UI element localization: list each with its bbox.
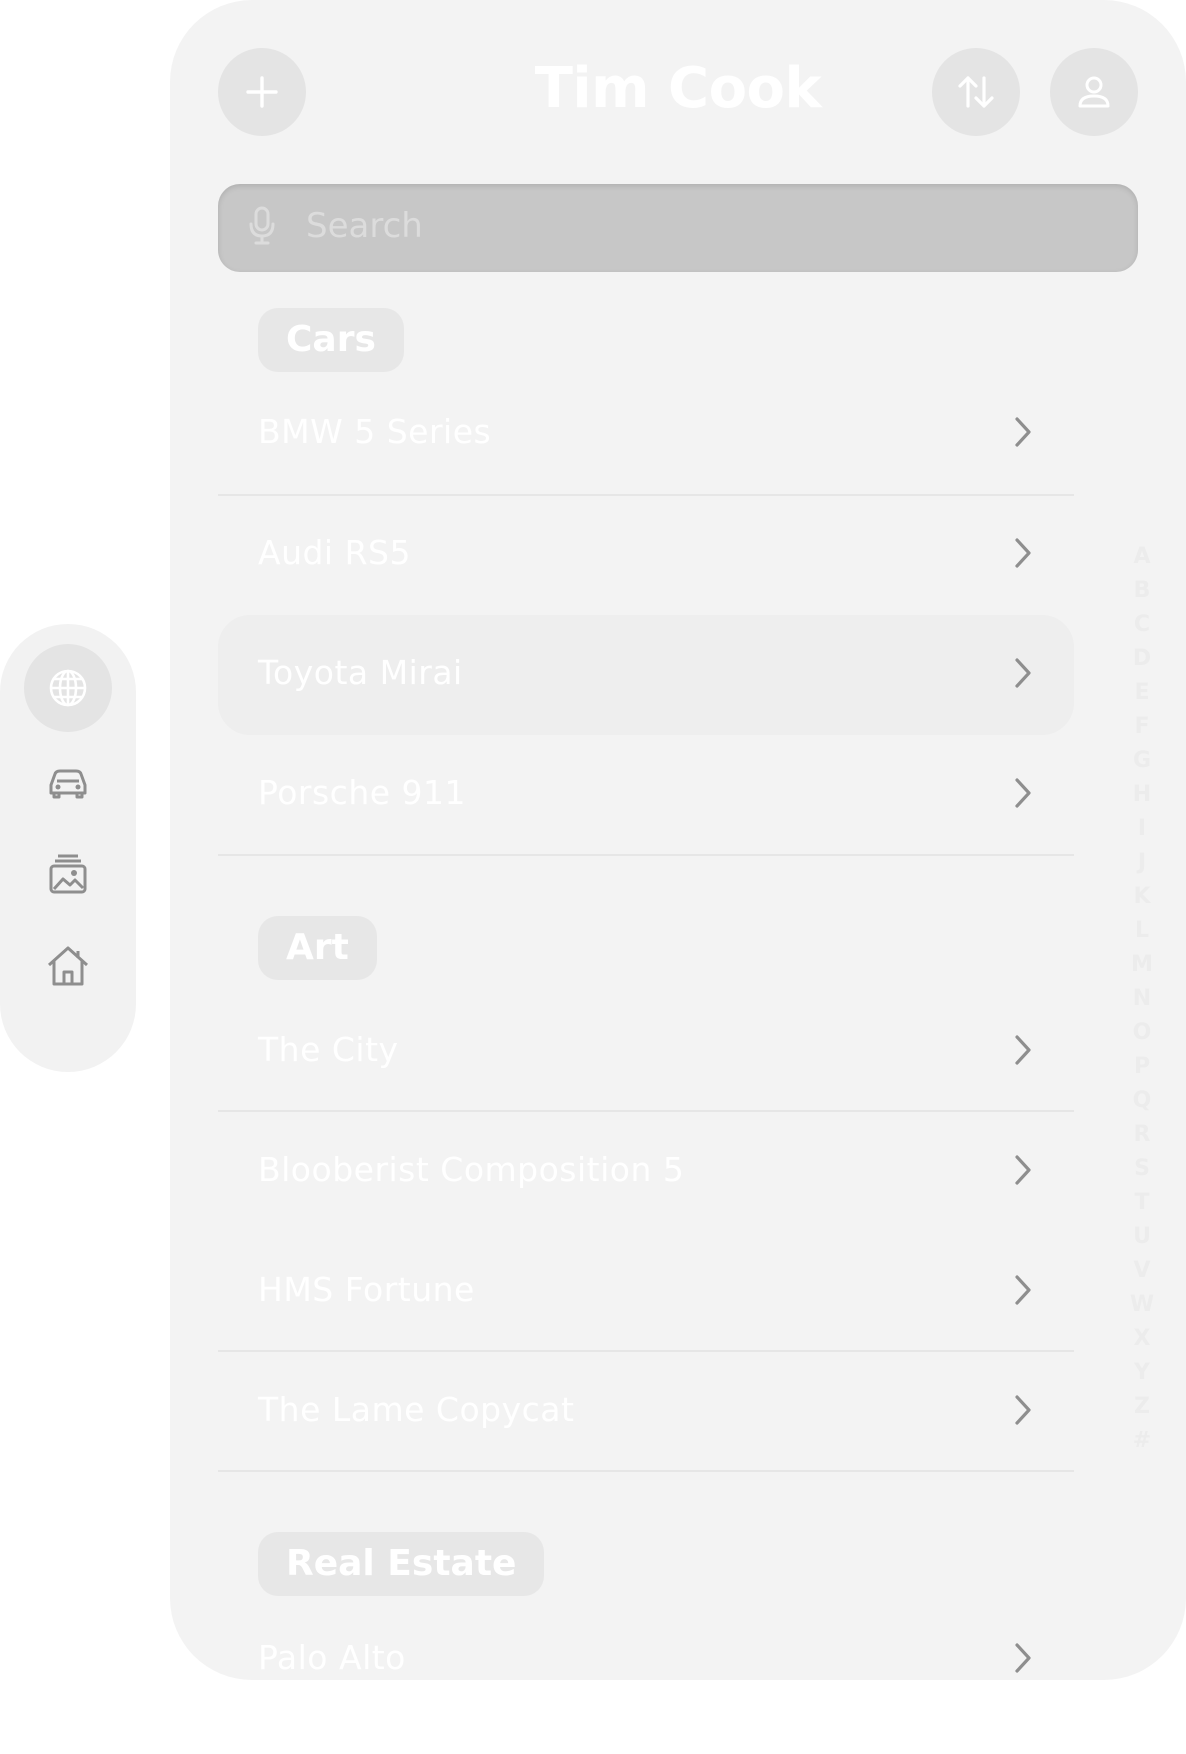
index-letter[interactable]: P xyxy=(1134,1050,1150,1084)
index-letter[interactable]: S xyxy=(1134,1152,1150,1186)
divider xyxy=(218,854,1074,856)
list-item[interactable]: Audi RS5 xyxy=(218,495,1074,615)
tab-globe[interactable] xyxy=(24,644,112,732)
index-letter[interactable]: U xyxy=(1133,1220,1151,1254)
index-letter[interactable]: Q xyxy=(1133,1084,1152,1118)
index-letter[interactable]: K xyxy=(1133,880,1150,914)
page-title: Tim Cook xyxy=(534,56,822,121)
index-letter[interactable]: # xyxy=(1133,1424,1151,1458)
chevron-right-icon xyxy=(1015,1643,1031,1673)
list-item[interactable]: Blooberist Composition 5 xyxy=(218,1112,1074,1232)
index-letter[interactable]: G xyxy=(1133,744,1151,778)
globe-icon xyxy=(49,669,87,707)
photo-stack-icon xyxy=(49,854,87,894)
list-item-label: The City xyxy=(258,1030,399,1069)
section-header-real-estate: Real Estate xyxy=(258,1532,545,1596)
index-letter[interactable]: R xyxy=(1134,1118,1151,1152)
list-item[interactable]: HMS Fortune xyxy=(218,1232,1074,1352)
list-item-label: BMW 5 Series xyxy=(258,412,492,451)
arrow-up-down-icon xyxy=(958,76,994,108)
list-item-label: Palo Alto xyxy=(258,1638,406,1677)
list-item[interactable]: Palo Alto xyxy=(218,1600,1074,1680)
index-letter[interactable]: J xyxy=(1138,846,1146,880)
list-item[interactable]: Porsche 911 xyxy=(218,735,1074,855)
tab-art[interactable] xyxy=(24,830,112,918)
index-letter[interactable]: A xyxy=(1133,540,1150,574)
chevron-right-icon xyxy=(1015,778,1031,808)
search-field[interactable]: Search xyxy=(218,184,1138,272)
house-icon xyxy=(47,946,89,986)
index-letter[interactable]: M xyxy=(1131,948,1153,982)
index-letter[interactable]: V xyxy=(1133,1254,1150,1288)
tab-bar xyxy=(0,624,136,1072)
sort-button[interactable] xyxy=(932,48,1020,136)
tab-real-estate[interactable] xyxy=(24,922,112,1010)
index-letter[interactable]: D xyxy=(1133,642,1151,676)
car-icon xyxy=(49,769,87,799)
list-item[interactable]: The City xyxy=(218,992,1074,1112)
list-item[interactable]: The Lame Copycat xyxy=(218,1352,1074,1472)
chevron-right-icon xyxy=(1015,417,1031,447)
profile-button[interactable] xyxy=(1050,48,1138,136)
microphone-icon[interactable] xyxy=(248,206,276,246)
index-letter[interactable]: X xyxy=(1134,1322,1151,1356)
list-item[interactable]: BMW 5 Series xyxy=(218,374,1074,494)
chevron-right-icon xyxy=(1015,1395,1031,1425)
section-header-cars: Cars xyxy=(258,308,404,372)
list-item-selected[interactable]: Toyota Mirai xyxy=(218,615,1074,735)
alphabet-index[interactable]: A B C D E F G H I J K L M N O P Q R S T U V W X Y Z # xyxy=(1122,540,1162,1458)
chevron-right-icon xyxy=(1015,658,1031,688)
index-letter[interactable]: T xyxy=(1134,1186,1149,1220)
list-item-label: Blooberist Composition 5 xyxy=(258,1150,685,1189)
list-item-label: HMS Fortune xyxy=(258,1270,475,1309)
index-letter[interactable]: W xyxy=(1130,1288,1154,1322)
search-placeholder: Search xyxy=(306,206,423,246)
index-letter[interactable]: H xyxy=(1133,778,1151,812)
index-letter[interactable]: E xyxy=(1134,676,1149,710)
divider xyxy=(218,1470,1074,1472)
list-item-label: Porsche 911 xyxy=(258,773,467,812)
index-letter[interactable]: O xyxy=(1133,1016,1152,1050)
index-letter[interactable]: Y xyxy=(1134,1356,1150,1390)
tab-cars[interactable] xyxy=(24,738,112,826)
person-icon xyxy=(1078,76,1110,108)
chevron-right-icon xyxy=(1015,1155,1031,1185)
list-item-label: Toyota Mirai xyxy=(258,653,463,692)
chevron-right-icon xyxy=(1015,538,1031,568)
list-item-label: The Lame Copycat xyxy=(258,1390,575,1429)
index-letter[interactable]: F xyxy=(1134,710,1149,744)
index-letter[interactable]: C xyxy=(1134,608,1150,642)
main-window: Tim Cook Search Cars BMW 5 Series Audi R… xyxy=(170,0,1186,1680)
index-letter[interactable]: Z xyxy=(1134,1390,1150,1424)
index-letter[interactable]: I xyxy=(1138,812,1146,846)
index-letter[interactable]: L xyxy=(1135,914,1149,948)
chevron-right-icon xyxy=(1015,1275,1031,1305)
chevron-right-icon xyxy=(1015,1035,1031,1065)
section-header-art: Art xyxy=(258,916,377,980)
index-letter[interactable]: B xyxy=(1134,574,1151,608)
index-letter[interactable]: N xyxy=(1133,982,1151,1016)
list-item-label: Audi RS5 xyxy=(258,533,411,572)
